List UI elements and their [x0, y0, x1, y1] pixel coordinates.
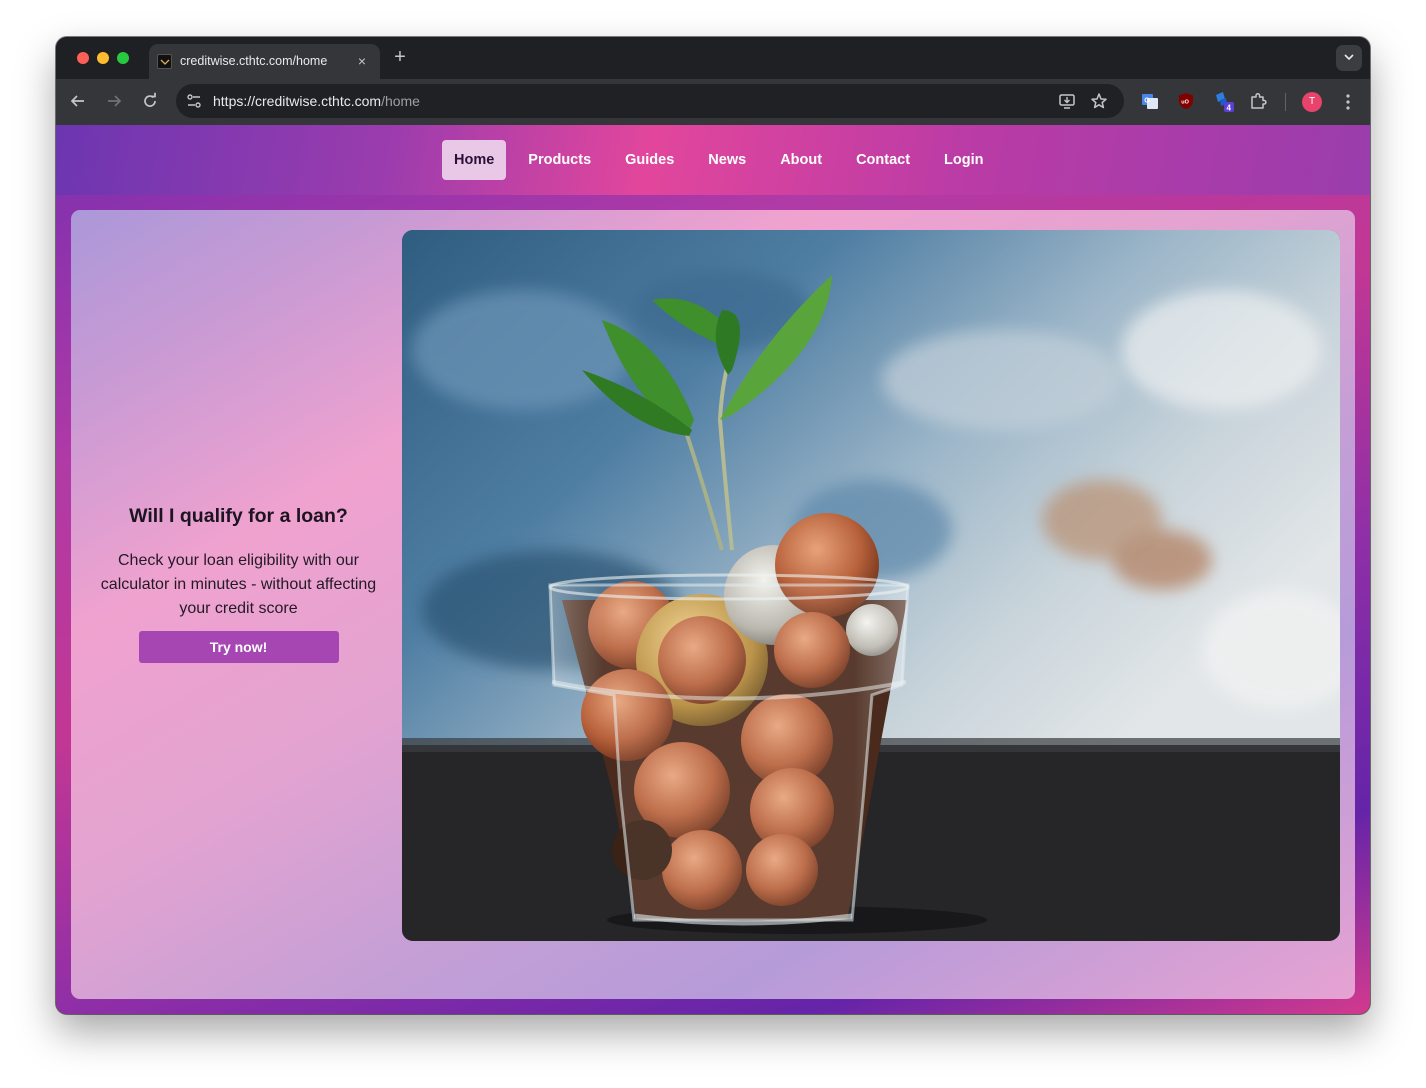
nav-item-contact[interactable]: Contact [839, 140, 927, 180]
reload-button[interactable] [140, 91, 160, 111]
extensions-puzzle-icon[interactable] [1249, 92, 1267, 110]
try-now-button[interactable]: Try now! [138, 631, 339, 663]
promo-body: Check your loan eligibility with our cal… [100, 552, 377, 617]
extension-badge-icon[interactable]: 4 [1213, 90, 1235, 112]
extension-badge-count: 4 [1227, 103, 1232, 112]
ublock-extension-icon[interactable]: uO [1177, 92, 1195, 110]
url-path: /home [381, 93, 420, 109]
browser-window: creditwise.cthtc.com/home × + https://cr… [56, 37, 1370, 1014]
tab-title: creditwise.cthtc.com/home [180, 54, 328, 68]
url-text: https://creditwise.cthtc.com/home [213, 93, 420, 109]
svg-text:G: G [1144, 98, 1150, 105]
profile-avatar[interactable]: T [1302, 92, 1322, 112]
translate-extension-icon[interactable]: G [1141, 92, 1159, 110]
nav-item-home[interactable]: Home [442, 140, 507, 180]
nav-item-news[interactable]: News [691, 140, 763, 180]
nav-item-about[interactable]: About [763, 140, 839, 180]
site-settings-icon[interactable] [186, 93, 202, 109]
tab-search-button[interactable] [1336, 45, 1362, 71]
svg-text:uO: uO [1181, 100, 1189, 106]
arrow-left-icon [70, 95, 84, 107]
back-button[interactable] [68, 91, 88, 111]
install-app-icon[interactable] [1058, 92, 1076, 110]
tab-strip: creditwise.cthtc.com/home × + [56, 37, 1370, 79]
nav-item-login[interactable]: Login [927, 140, 1000, 180]
address-bar[interactable]: https://creditwise.cthtc.com/home [176, 84, 1124, 118]
hero-card: Will I qualify for a loan? Check your lo… [71, 210, 1355, 999]
browser-tab[interactable]: creditwise.cthtc.com/home × [149, 44, 380, 79]
forward-button[interactable] [104, 91, 124, 111]
close-tab-icon[interactable]: × [354, 53, 370, 69]
zoom-window-button[interactable] [117, 52, 129, 64]
promo-heading: Will I qualify for a loan? [129, 505, 348, 527]
arrow-right-icon [108, 95, 122, 107]
site-navbar: Home Products Guides News About Contact … [56, 125, 1370, 195]
url-host: https://creditwise.cthtc.com [213, 93, 382, 109]
minimize-window-button[interactable] [97, 52, 109, 64]
nav-links: Home Products Guides News About Contact … [442, 140, 1001, 180]
browser-toolbar: https://creditwise.cthtc.com/home G uO 4… [56, 79, 1370, 125]
more-menu-icon[interactable] [1342, 92, 1354, 112]
page-viewport: Home Products Guides News About Contact … [56, 125, 1370, 1014]
plant-in-coin-jar-photo [402, 230, 1340, 941]
new-tab-button[interactable]: + [390, 47, 410, 67]
loan-promo: Will I qualify for a loan? Check your lo… [96, 505, 381, 663]
site-favicon-icon [157, 54, 172, 69]
close-window-button[interactable] [77, 52, 89, 64]
nav-item-products[interactable]: Products [511, 140, 608, 180]
hero-image [402, 230, 1340, 941]
bookmark-star-icon[interactable] [1090, 92, 1108, 110]
chevron-down-icon [1344, 54, 1354, 61]
reload-icon [144, 92, 156, 107]
nav-item-guides[interactable]: Guides [608, 140, 691, 180]
toolbar-divider [1285, 93, 1286, 111]
